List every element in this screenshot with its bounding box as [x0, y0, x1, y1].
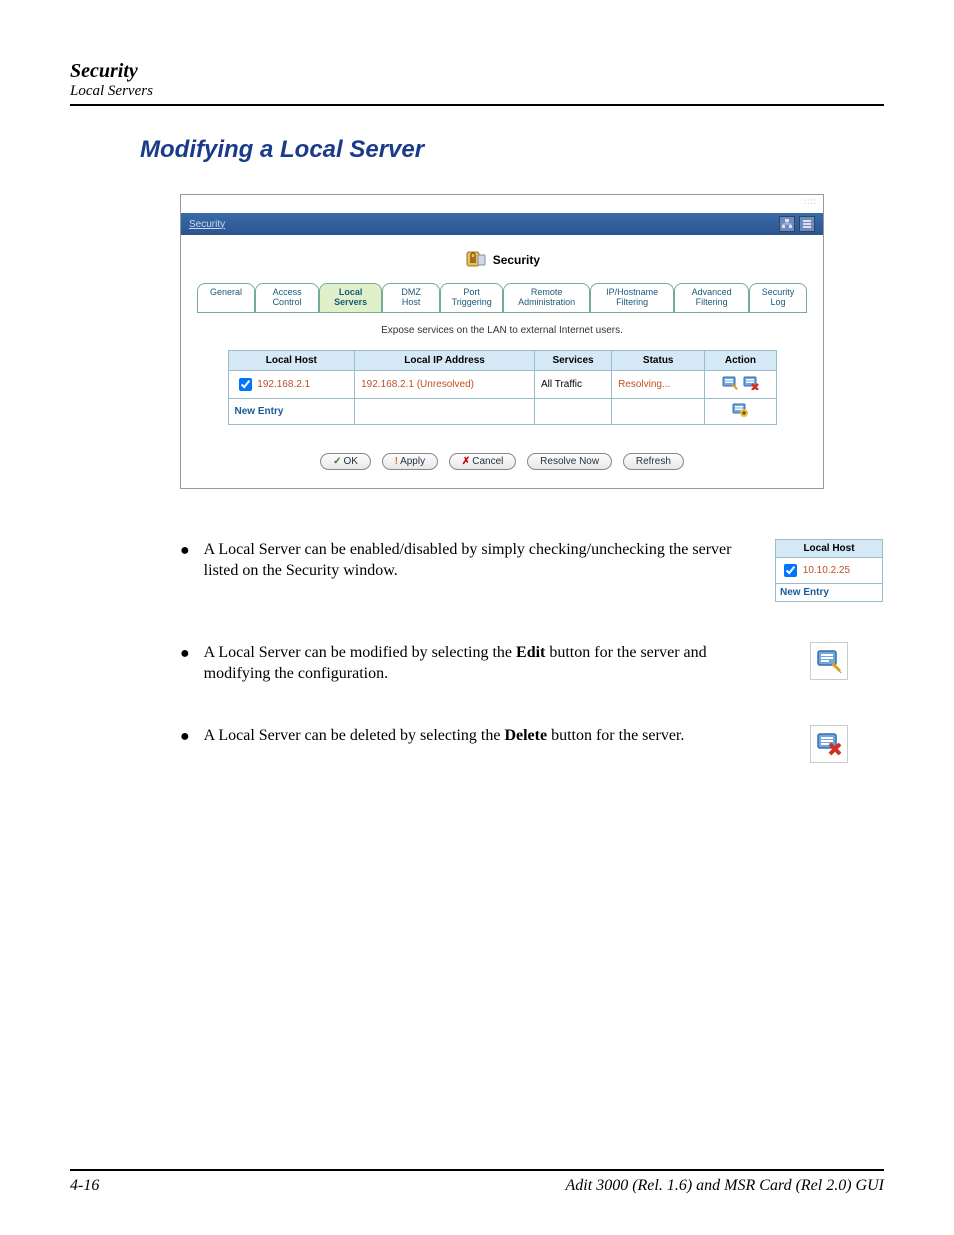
edit-icon[interactable]: [722, 376, 738, 390]
edit-icon-example: [810, 642, 848, 680]
page-header: Security Local Servers: [70, 60, 884, 106]
bold-span: Delete: [504, 727, 547, 744]
text-span: A Local Server can be modified by select…: [204, 644, 516, 661]
local-servers-table: Local Host Local IP Address Services Sta…: [228, 350, 777, 425]
tab-label: DMZ Host: [401, 287, 421, 307]
refresh-button[interactable]: Refresh: [623, 453, 684, 470]
panel-title-row: Security: [197, 249, 807, 271]
table-row: 192.168.2.1 192.168.2.1 (Unresolved) All…: [228, 370, 776, 398]
panel-description: Expose services on the LAN to external I…: [197, 325, 807, 336]
header-subtitle: Local Servers: [70, 83, 884, 100]
host-link[interactable]: 192.168.2.1: [257, 379, 310, 390]
apply-button[interactable]: !Apply: [382, 453, 438, 470]
col-local-host: Local Host: [228, 350, 355, 370]
delete-icon-example: [810, 725, 848, 763]
col-status: Status: [612, 350, 705, 370]
tab-port-triggering[interactable]: Port Triggering: [440, 283, 503, 312]
breadcrumb-bar: Security: [181, 213, 823, 235]
mini-new-entry[interactable]: New Entry: [776, 583, 883, 601]
exclaim-icon: !: [395, 456, 398, 467]
cell-action: [705, 370, 776, 398]
check-icon: ✓: [333, 456, 341, 467]
tab-security-log[interactable]: Security Log: [749, 283, 807, 312]
decorative-dots: ::::: [804, 197, 817, 206]
bullet-3-text: A Local Server can be deleted by selecti…: [204, 725, 760, 747]
text-span: button for the server.: [547, 727, 684, 744]
mini-header: Local Host: [776, 539, 883, 557]
sitemap-icon[interactable]: [779, 216, 795, 232]
bullet-3: ● A Local Server can be deleted by selec…: [180, 725, 884, 763]
footer-product: Adit 3000 (Rel. 1.6) and MSR Card (Rel 2…: [566, 1177, 884, 1195]
tab-local-servers[interactable]: Local Servers: [319, 283, 382, 312]
tab-ip-hostname-filtering[interactable]: IP/Hostname Filtering: [590, 283, 674, 312]
tab-label: Advanced Filtering: [692, 287, 732, 307]
tab-advanced-filtering[interactable]: Advanced Filtering: [674, 283, 749, 312]
security-screenshot: :::: Security: [180, 194, 824, 489]
mini-enable-checkbox[interactable]: [784, 564, 797, 577]
tab-row: General Access Control Local Servers DMZ…: [197, 283, 807, 313]
bullet-1: ● A Local Server can be enabled/disabled…: [180, 539, 884, 602]
page-footer: 4-16 Adit 3000 (Rel. 1.6) and MSR Card (…: [70, 1169, 884, 1195]
section-title: Modifying a Local Server: [140, 136, 884, 164]
bullet-dot-icon: ●: [180, 644, 190, 663]
tab-access-control[interactable]: Access Control: [255, 283, 319, 312]
security-lock-icon: [464, 249, 486, 271]
tab-label: Security Log: [762, 287, 795, 307]
list-icon[interactable]: [799, 216, 815, 232]
local-host-mini-table: Local Host 10.10.2.25 New Entry: [775, 539, 883, 602]
tab-general[interactable]: General: [197, 283, 255, 312]
panel-title: Security: [493, 253, 540, 267]
table-header-row: Local Host Local IP Address Services Sta…: [228, 350, 776, 370]
ok-button[interactable]: ✓OK: [320, 453, 371, 470]
bullet-2-text: A Local Server can be modified by select…: [204, 642, 760, 685]
header-title: Security: [70, 60, 884, 83]
bold-span: Edit: [516, 644, 545, 661]
apply-label: Apply: [400, 456, 425, 467]
col-local-ip: Local IP Address: [355, 350, 535, 370]
new-entry-cell[interactable]: New Entry: [228, 398, 355, 424]
cell-action-new: [705, 398, 776, 424]
bullet-dot-icon: ●: [180, 727, 190, 746]
tab-label: Port Triggering: [452, 287, 492, 307]
text-span: A Local Server can be deleted by selecti…: [204, 727, 505, 744]
tab-label: Local Servers: [334, 287, 367, 307]
cancel-label: Cancel: [472, 456, 503, 467]
col-action: Action: [705, 350, 776, 370]
tab-remote-administration[interactable]: Remote Administration: [503, 283, 590, 312]
new-entry-link[interactable]: New Entry: [235, 406, 284, 417]
bullet-1-text: A Local Server can be enabled/disabled b…: [204, 539, 760, 582]
col-services: Services: [535, 350, 612, 370]
tab-label: IP/Hostname Filtering: [606, 287, 658, 307]
mini-new-entry-link[interactable]: New Entry: [780, 587, 829, 598]
delete-icon[interactable]: [743, 376, 759, 390]
cell-local-host: 192.168.2.1: [228, 370, 355, 398]
mini-value-cell: 10.10.2.25: [776, 557, 883, 583]
resolve-now-button[interactable]: Resolve Now: [527, 453, 612, 470]
tab-label: Access Control: [273, 287, 302, 307]
bullet-list: ● A Local Server can be enabled/disabled…: [180, 539, 884, 763]
page-number: 4-16: [70, 1177, 99, 1195]
button-row: ✓OK !Apply ✗Cancel Resolve Now Refresh: [197, 453, 807, 470]
enable-checkbox[interactable]: [239, 378, 252, 391]
cell-status: Resolving...: [612, 370, 705, 398]
cell-local-ip: 192.168.2.1 (Unresolved): [355, 370, 535, 398]
table-row-new-entry: New Entry: [228, 398, 776, 424]
ok-label: OK: [343, 456, 357, 467]
add-icon[interactable]: [732, 403, 748, 417]
breadcrumb[interactable]: Security: [189, 219, 225, 230]
bullet-dot-icon: ●: [180, 541, 190, 560]
x-icon: ✗: [462, 456, 470, 467]
tab-label: Remote Administration: [518, 287, 575, 307]
mini-host-link[interactable]: 10.10.2.25: [803, 565, 850, 576]
tab-dmz-host[interactable]: DMZ Host: [382, 283, 440, 312]
bullet-2: ● A Local Server can be modified by sele…: [180, 642, 884, 685]
screenshot-topbar: ::::: [181, 195, 823, 213]
cancel-button[interactable]: ✗Cancel: [449, 453, 517, 470]
cell-services: All Traffic: [535, 370, 612, 398]
